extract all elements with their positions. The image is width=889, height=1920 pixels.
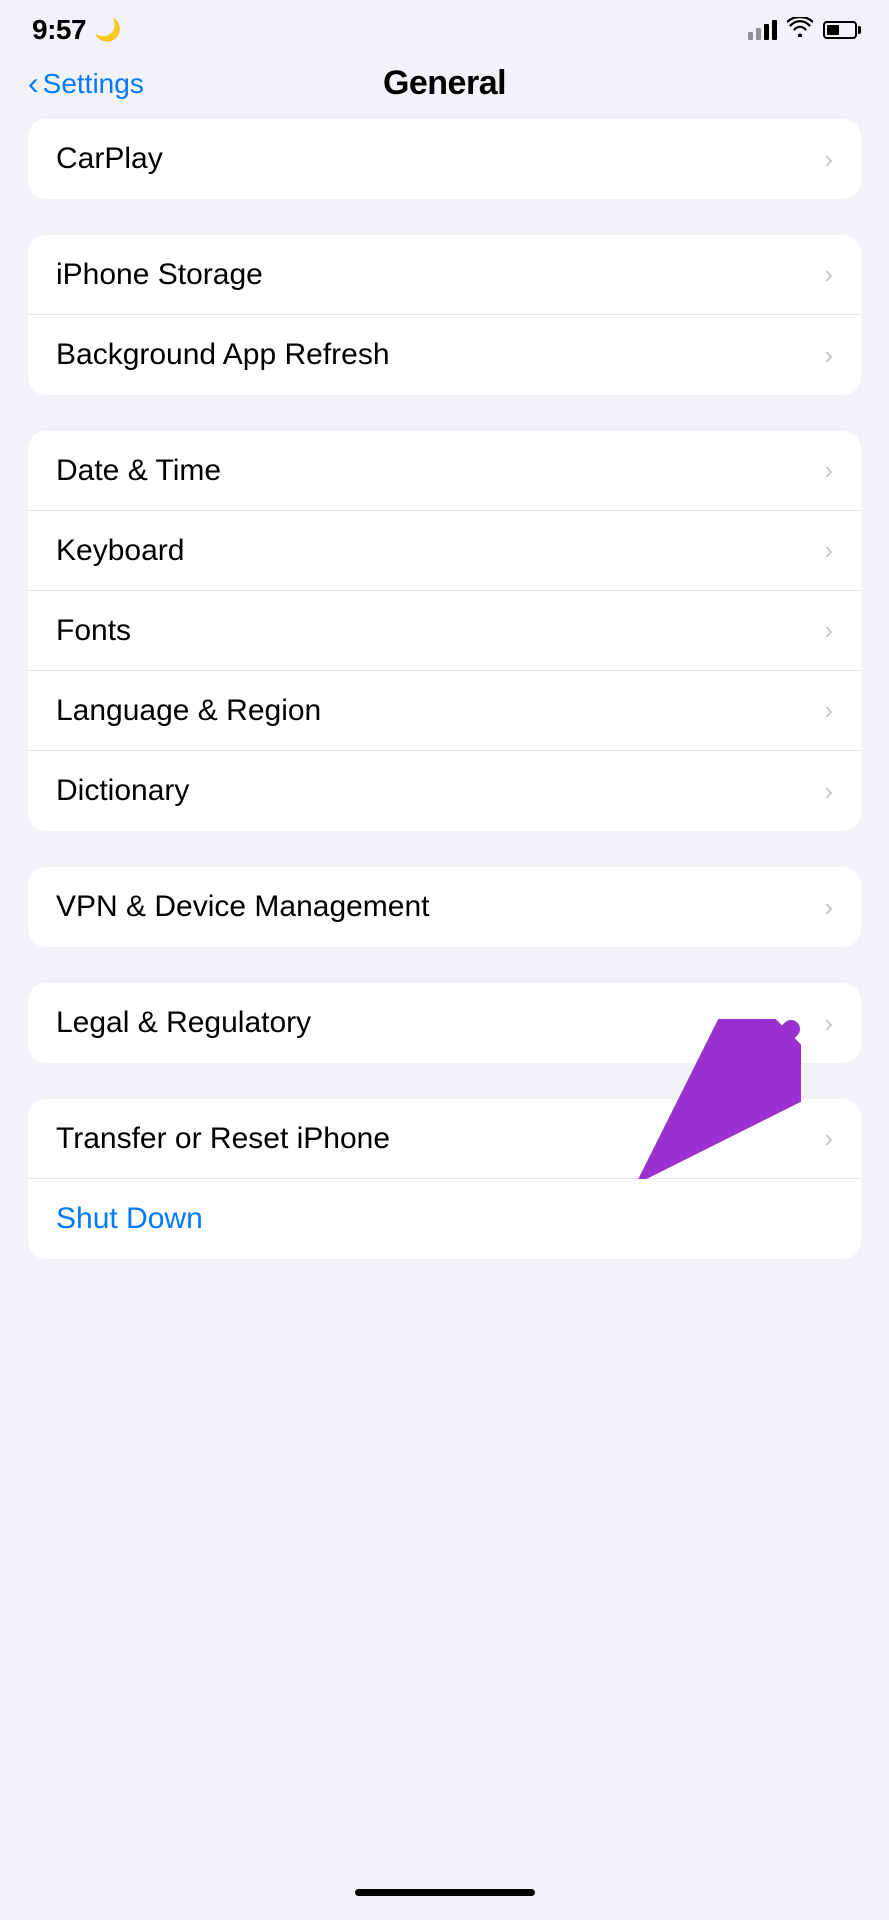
dictionary-label: Dictionary	[56, 774, 189, 808]
keyboard-label: Keyboard	[56, 534, 184, 568]
status-time: 9:57	[32, 14, 86, 46]
fonts-row[interactable]: Fonts ›	[28, 591, 861, 671]
background-app-refresh-label: Background App Refresh	[56, 338, 390, 372]
storage-group: iPhone Storage › Background App Refresh …	[28, 235, 861, 395]
carplay-row[interactable]: CarPlay ›	[28, 119, 861, 199]
moon-icon: 🌙	[94, 17, 121, 43]
status-bar: 9:57 🌙	[0, 0, 889, 54]
language-region-label: Language & Region	[56, 694, 321, 728]
dictionary-chevron-icon: ›	[824, 776, 833, 807]
vpn-group: VPN & Device Management ›	[28, 867, 861, 947]
transfer-reset-chevron-icon: ›	[824, 1123, 833, 1154]
vpn-row[interactable]: VPN & Device Management ›	[28, 867, 861, 947]
signal-icon	[748, 20, 777, 40]
shut-down-row[interactable]: Shut Down	[28, 1179, 861, 1259]
legal-label: Legal & Regulatory	[56, 1006, 311, 1040]
fonts-chevron-icon: ›	[824, 615, 833, 646]
legal-group: Legal & Regulatory ›	[28, 983, 861, 1063]
home-bar	[355, 1889, 535, 1896]
status-icons	[748, 17, 857, 43]
carplay-chevron-icon: ›	[824, 144, 833, 175]
date-time-label: Date & Time	[56, 454, 221, 488]
bottom-group: Transfer or Reset iPhone › Shut Down	[28, 1099, 861, 1259]
nav-header: ‹ Settings General	[0, 54, 889, 119]
fonts-label: Fonts	[56, 614, 131, 648]
iphone-storage-row[interactable]: iPhone Storage ›	[28, 235, 861, 315]
background-app-refresh-chevron-icon: ›	[824, 340, 833, 371]
wifi-icon	[787, 17, 813, 43]
page-title: General	[383, 64, 506, 103]
bottom-section: Transfer or Reset iPhone › Shut Down	[28, 1099, 861, 1259]
settings-content: CarPlay › iPhone Storage › Background Ap…	[0, 119, 889, 1873]
vpn-chevron-icon: ›	[824, 892, 833, 923]
date-time-row[interactable]: Date & Time ›	[28, 431, 861, 511]
transfer-reset-row[interactable]: Transfer or Reset iPhone ›	[28, 1099, 861, 1179]
back-label: Settings	[43, 68, 144, 100]
iphone-storage-chevron-icon: ›	[824, 259, 833, 290]
legal-row[interactable]: Legal & Regulatory ›	[28, 983, 861, 1063]
carplay-group: CarPlay ›	[28, 119, 861, 199]
transfer-reset-label: Transfer or Reset iPhone	[56, 1122, 390, 1156]
iphone-storage-label: iPhone Storage	[56, 258, 263, 292]
dictionary-row[interactable]: Dictionary ›	[28, 751, 861, 831]
back-chevron-icon: ‹	[28, 67, 39, 99]
vpn-label: VPN & Device Management	[56, 890, 430, 924]
carplay-label: CarPlay	[56, 142, 163, 176]
language-region-row[interactable]: Language & Region ›	[28, 671, 861, 751]
background-app-refresh-row[interactable]: Background App Refresh ›	[28, 315, 861, 395]
language-region-chevron-icon: ›	[824, 695, 833, 726]
keyboard-row[interactable]: Keyboard ›	[28, 511, 861, 591]
shut-down-label: Shut Down	[56, 1202, 203, 1236]
back-button[interactable]: ‹ Settings	[28, 68, 144, 100]
battery-icon	[823, 21, 857, 39]
legal-chevron-icon: ›	[824, 1008, 833, 1039]
date-time-chevron-icon: ›	[824, 455, 833, 486]
keyboard-chevron-icon: ›	[824, 535, 833, 566]
language-group: Date & Time › Keyboard › Fonts › Languag…	[28, 431, 861, 831]
home-indicator	[0, 1873, 889, 1920]
